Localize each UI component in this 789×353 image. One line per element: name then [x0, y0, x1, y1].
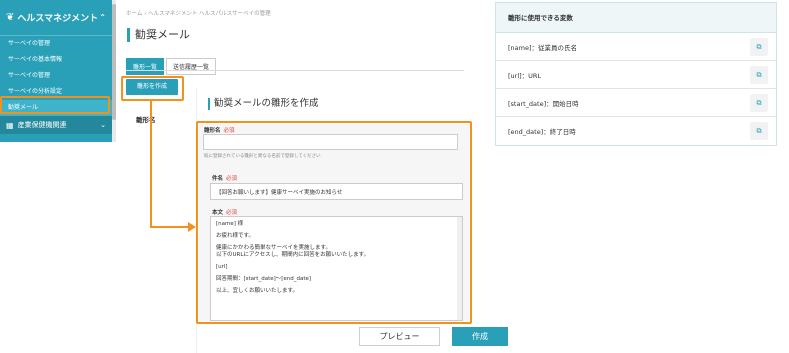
- subject-label-text: 件名: [212, 176, 224, 182]
- building-icon: ▦: [6, 120, 14, 130]
- variable-label: [end_date]：終了日時: [508, 128, 576, 136]
- copy-icon[interactable]: ⧉: [750, 38, 768, 56]
- body-line: 健康にかかわる簡単なサーベイを実施します。: [216, 245, 331, 251]
- copy-icon[interactable]: ⧉: [750, 94, 768, 112]
- preview-button[interactable]: プレビュー: [359, 327, 440, 346]
- variable-label: [name]：従業員の氏名: [508, 43, 578, 52]
- variable-label: [url]：URL: [508, 71, 542, 80]
- copy-icon[interactable]: ⧉: [750, 66, 768, 84]
- chevron-up-icon: ⌃: [99, 13, 106, 22]
- highlight-sidebar-item: [0, 96, 110, 114]
- body-line: 以下のURLにアクセスし、期間内に回答をお願いいたします。: [216, 252, 370, 258]
- tab-template-list[interactable]: 雛形一覧: [126, 58, 165, 75]
- template-name-hint: 既に登録されている雛形と異なる名前で登録してください: [204, 154, 321, 159]
- subject-input[interactable]: 【回答お願いします】健康サーベイ実施のお知らせ: [210, 183, 463, 200]
- tab-divider: [126, 70, 464, 71]
- sidebar-item-survey-manage[interactable]: サーベイの管理: [0, 36, 112, 52]
- create-button[interactable]: 作成: [452, 327, 508, 346]
- sidebar-section-occupational-health[interactable]: ▦ 産業保健機関連 ⌄: [0, 116, 112, 134]
- body-line: お疲れ様です。: [216, 233, 254, 239]
- highlight-create-template-button: [121, 76, 184, 101]
- connector-arrow-icon: [188, 222, 196, 232]
- template-name-label: 雛形名 必須: [204, 126, 235, 134]
- variable-label: [start_date]：開始日時: [508, 99, 579, 108]
- body-textarea[interactable]: [name] 様 お疲れ様です。 健康にかかわる簡単なサーベイを実施します。 以…: [210, 216, 463, 321]
- body-line: [url]: [216, 264, 228, 270]
- copy-icon[interactable]: ⧉: [750, 122, 768, 140]
- variable-row: [start_date]：開始日時 ⧉: [496, 89, 776, 117]
- connector-horizontal: [150, 226, 190, 228]
- sidebar-header[interactable]: ❦ ヘルスマネジメント ⌃: [0, 0, 112, 36]
- sidebar-scroll-thumb[interactable]: [112, 4, 116, 120]
- chevron-down-icon: ⌄: [100, 121, 106, 129]
- sidebar-item-survey-manage-2[interactable]: サーベイの管理: [0, 68, 112, 84]
- body-label: 本文 必須: [212, 208, 237, 216]
- sidebar-header-title: ヘルスマネジメント: [17, 14, 99, 24]
- variables-panel: 雛形に使用できる変数 [name]：従業員の氏名 ⧉ [url]：URL ⧉ […: [495, 2, 777, 146]
- variable-row: [end_date]：終了日時 ⧉: [496, 117, 776, 145]
- variable-row: [name]：従業員の氏名 ⧉: [496, 33, 776, 61]
- breadcrumb[interactable]: ホーム › ヘルスマネジメント ヘルスパルスサーベイの管理: [126, 9, 271, 17]
- tab-send-history[interactable]: 送信履歴一覧: [166, 58, 217, 75]
- sidebar-scrollbar[interactable]: [112, 0, 116, 142]
- tab-bar: 雛形一覧 送信履歴一覧: [126, 58, 217, 75]
- sidebar: ❦ ヘルスマネジメント ⌃ サーベイの管理 サーベイの基本情報 サーベイの管理 …: [0, 0, 112, 142]
- leaf-icon: ❦: [6, 12, 15, 23]
- subject-label: 件名 必須: [212, 174, 237, 182]
- connector-vertical: [150, 101, 152, 227]
- template-name-input[interactable]: [203, 134, 458, 150]
- variables-panel-title: 雛形に使用できる変数: [496, 3, 776, 33]
- body-line: 回答期間：[start_date]〜[end_date]: [216, 276, 312, 282]
- sidebar-item-survey-basic[interactable]: サーベイの基本情報: [0, 52, 112, 68]
- screen: ❦ ヘルスマネジメント ⌃ サーベイの管理 サーベイの基本情報 サーベイの管理 …: [0, 0, 789, 353]
- required-badge: 必須: [226, 176, 238, 182]
- variable-row: [url]：URL ⧉: [496, 61, 776, 89]
- sidebar-section-title: 産業保健機関連: [17, 121, 67, 129]
- textarea-scrollbar[interactable]: [457, 217, 462, 320]
- page-title: 勧奨メール: [127, 28, 190, 42]
- body-line: 以上、宜しくお願いいたします。: [216, 288, 298, 294]
- template-name-column-label: 雛形名: [136, 116, 156, 124]
- body-line: [name] 様: [216, 221, 244, 227]
- modal-title: 勧奨メールの雛形を作成: [208, 98, 319, 110]
